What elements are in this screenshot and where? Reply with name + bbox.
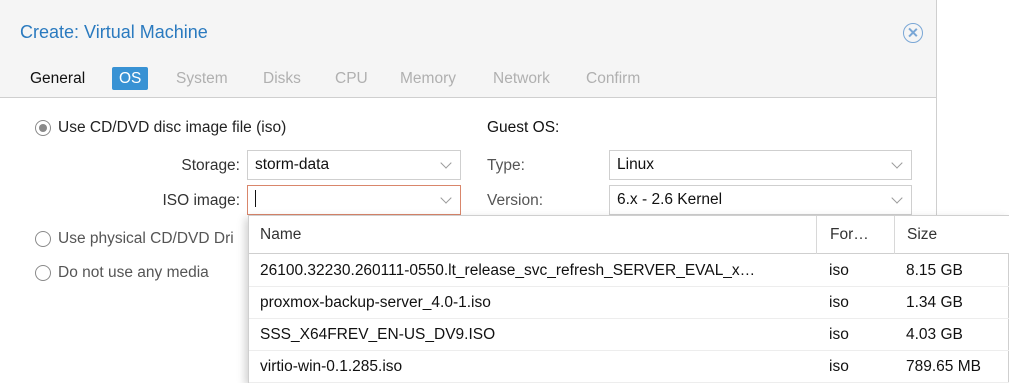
tab-disks: Disks	[263, 70, 301, 87]
iso-name: proxmox-backup-server_4.0-1.iso	[260, 294, 491, 311]
type-label: Type:	[487, 157, 525, 174]
iso-list-header: Name For… Size	[249, 216, 1009, 254]
dialog-title: Create: Virtual Machine	[20, 22, 208, 42]
tab-memory: Memory	[400, 70, 456, 87]
tab-network: Network	[493, 70, 550, 87]
radio-use-physical-label: Use physical CD/DVD Dri	[58, 230, 234, 247]
os-type-value: Linux	[617, 156, 655, 173]
radio-unchecked-icon[interactable]	[35, 265, 51, 281]
wizard-tabs: General OS System Disks CPU Memory Netwo…	[0, 58, 936, 98]
radio-use-iso[interactable]: Use CD/DVD disc image file (iso)	[35, 119, 286, 137]
chevron-down-icon[interactable]	[891, 192, 903, 204]
iso-list-item[interactable]: virtio-win-0.1.285.iso iso 789.65 MB	[249, 351, 1009, 383]
tab-general[interactable]: General	[30, 67, 85, 90]
iso-name: SSS_X64FREV_EN-US_DV9.ISO	[260, 326, 496, 343]
radio-checked-icon[interactable]	[35, 120, 51, 136]
iso-format: iso	[829, 326, 849, 343]
iso-size: 8.15 GB	[906, 262, 963, 279]
iso-format: iso	[829, 294, 849, 311]
chevron-down-icon[interactable]	[440, 157, 452, 169]
close-icon[interactable]	[903, 23, 923, 43]
iso-image-select[interactable]	[247, 185, 461, 215]
tab-os[interactable]: OS	[112, 67, 149, 90]
iso-format: iso	[829, 262, 849, 279]
column-header-size[interactable]: Size	[894, 216, 1009, 254]
iso-list-item[interactable]: 26100.32230.260111-0550.lt_release_svc_r…	[249, 255, 1009, 287]
tab-cpu: CPU	[335, 70, 368, 87]
radio-no-media-label: Do not use any media	[58, 264, 209, 281]
iso-image-label: ISO image:	[162, 192, 240, 209]
storage-label: Storage:	[181, 157, 240, 174]
tab-confirm: Confirm	[586, 70, 641, 87]
iso-name: 26100.32230.260111-0550.lt_release_svc_r…	[260, 262, 756, 279]
iso-size: 4.03 GB	[906, 326, 963, 343]
os-version-value: 6.x - 2.6 Kernel	[617, 191, 723, 208]
storage-value: storm-data	[255, 156, 330, 173]
iso-format: iso	[829, 358, 849, 375]
chevron-down-icon[interactable]	[891, 157, 903, 169]
iso-name: virtio-win-0.1.285.iso	[260, 358, 403, 375]
iso-size: 789.65 MB	[906, 358, 981, 375]
iso-dropdown-list: Name For… Size 26100.32230.260111-0550.l…	[248, 215, 1009, 383]
chevron-down-icon[interactable]	[440, 192, 452, 204]
iso-size: 1.34 GB	[906, 294, 963, 311]
radio-use-iso-label: Use CD/DVD disc image file (iso)	[58, 119, 287, 136]
text-caret	[255, 189, 256, 207]
iso-list-item[interactable]: SSS_X64FREV_EN-US_DV9.ISO iso 4.03 GB	[249, 319, 1009, 351]
column-header-name[interactable]: Name	[260, 216, 815, 254]
storage-select[interactable]: storm-data	[247, 150, 461, 180]
radio-unchecked-icon[interactable]	[35, 231, 51, 247]
os-type-select[interactable]: Linux	[609, 150, 912, 180]
dialog-titlebar: Create: Virtual Machine	[0, 0, 936, 58]
os-version-select[interactable]: 6.x - 2.6 Kernel	[609, 185, 912, 215]
radio-use-physical[interactable]: Use physical CD/DVD Dri	[35, 230, 234, 248]
version-label: Version:	[487, 192, 544, 209]
tab-system: System	[176, 70, 228, 87]
iso-list-item[interactable]: proxmox-backup-server_4.0-1.iso iso 1.34…	[249, 287, 1009, 319]
guest-os-title: Guest OS:	[487, 119, 560, 136]
column-header-format[interactable]: For…	[816, 216, 894, 254]
radio-no-media[interactable]: Do not use any media	[35, 264, 209, 282]
